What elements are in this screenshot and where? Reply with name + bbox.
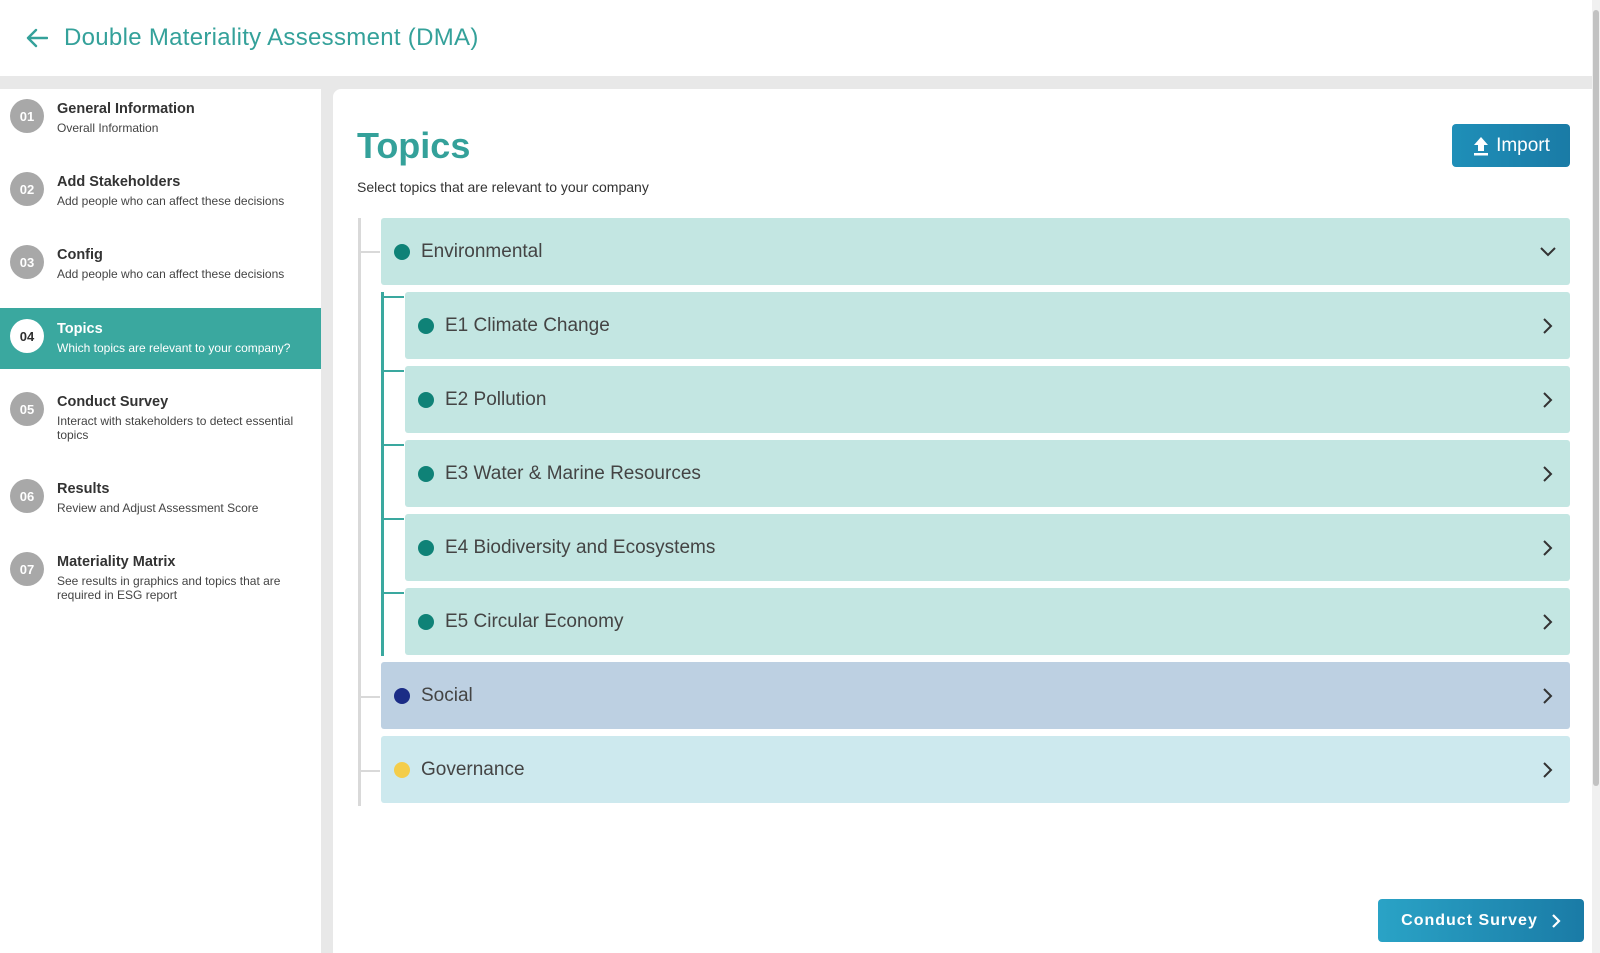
subtree-connector [384,518,404,520]
topic-label: E1 Climate Change [445,314,610,336]
step-number: 07 [10,552,44,586]
step-subtitle: Interact with stakeholders to detect ess… [57,414,294,442]
step-subtitle: Review and Adjust Assessment Score [57,501,259,515]
tree-connector [358,218,361,806]
tree-connector [361,770,380,772]
category-environmental[interactable]: Environmental [381,218,1570,285]
step-title: Results [57,481,110,497]
topic-dot [418,539,434,556]
conduct-survey-label: Conduct Survey [1401,911,1538,929]
scrollbar-thumb[interactable] [1593,10,1599,786]
chevron-right-icon[interactable] [1540,613,1556,630]
chevron-right-icon [1552,913,1561,928]
step-title: Materiality Matrix [57,554,176,570]
stepper-sidebar: 01 General Information Overall Informati… [0,89,321,953]
step-number: 01 [10,99,44,133]
step-config[interactable]: 03 Config Add people who can affect thes… [0,235,321,295]
conduct-survey-button[interactable]: Conduct Survey [1378,899,1584,942]
category-governance[interactable]: Governance [381,736,1570,803]
topic-label: E2 Pollution [445,388,547,410]
tree-connector [361,251,380,253]
chevron-right-icon[interactable] [1540,539,1556,556]
category-social[interactable]: Social [381,662,1570,729]
step-title: Conduct Survey [57,394,169,410]
step-add-stakeholders[interactable]: 02 Add Stakeholders Add people who can a… [0,162,321,222]
topic-label: E3 Water & Marine Resources [445,462,701,484]
subtree-connector [381,292,384,656]
back-arrow-icon[interactable] [24,25,50,51]
environmental-dot [394,243,410,260]
chevron-right-icon[interactable] [1540,317,1556,334]
topic-e3-water-marine[interactable]: E3 Water & Marine Resources [405,440,1570,507]
topic-dot [418,317,434,334]
category-label: Social [421,684,473,706]
step-title: Config [57,247,103,263]
topic-e1-climate-change[interactable]: E1 Climate Change [405,292,1570,359]
upload-icon [1474,136,1489,155]
topic-dot [418,465,434,482]
step-subtitle: See results in graphics and topics that … [57,574,281,602]
topic-label: E5 Circular Economy [445,610,624,632]
subtree-connector [384,370,404,372]
subtree-connector [384,296,404,298]
chevron-right-icon[interactable] [1540,391,1556,408]
topic-e4-biodiversity[interactable]: E4 Biodiversity and Ecosystems [405,514,1570,581]
import-button-label: Import [1496,134,1550,156]
step-subtitle: Overall Information [57,121,159,135]
step-number: 03 [10,245,44,279]
step-number: 02 [10,172,44,206]
step-subtitle: Add people who can affect these decision… [57,194,285,208]
tree-connector [361,696,380,698]
chevron-right-icon[interactable] [1540,687,1556,704]
step-results[interactable]: 06 Results Review and Adjust Assessment … [0,469,321,529]
chevron-right-icon[interactable] [1540,761,1556,778]
app-header: Double Materiality Assessment (DMA) [0,0,1600,76]
step-general-information[interactable]: 01 General Information Overall Informati… [0,89,321,149]
chevron-right-icon[interactable] [1540,465,1556,482]
topic-e5-circular-economy[interactable]: E5 Circular Economy [405,588,1570,655]
step-materiality-matrix[interactable]: 07 Materiality Matrix See results in gra… [0,542,321,614]
subtree-connector [384,592,404,594]
page-title: Topics [357,125,471,166]
step-conduct-survey[interactable]: 05 Conduct Survey Interact with stakehol… [0,382,321,454]
category-label: Governance [421,758,525,780]
page-subtitle: Select topics that are relevant to your … [357,179,649,195]
step-title: General Information [57,101,195,117]
governance-dot [394,761,410,778]
topic-dot [418,613,434,630]
subtree-connector [384,444,404,446]
topic-label: E4 Biodiversity and Ecosystems [445,536,716,558]
social-dot [394,687,410,704]
step-number: 05 [10,392,44,426]
step-number: 06 [10,479,44,513]
page-header-title: Double Materiality Assessment (DMA) [64,24,479,51]
step-topics[interactable]: 04 Topics Which topics are relevant to y… [0,308,321,369]
chevron-down-icon[interactable] [1540,244,1556,260]
step-number: 04 [10,319,44,353]
step-title: Topics [57,321,103,337]
topic-e2-pollution[interactable]: E2 Pollution [405,366,1570,433]
topics-panel: Topics Select topics that are relevant t… [333,89,1593,953]
topic-dot [418,391,434,408]
category-label: Environmental [421,240,543,262]
step-subtitle: Add people who can affect these decision… [57,267,285,281]
step-subtitle: Which topics are relevant to your compan… [57,341,291,355]
import-button[interactable]: Import [1452,124,1570,167]
step-title: Add Stakeholders [57,174,181,190]
